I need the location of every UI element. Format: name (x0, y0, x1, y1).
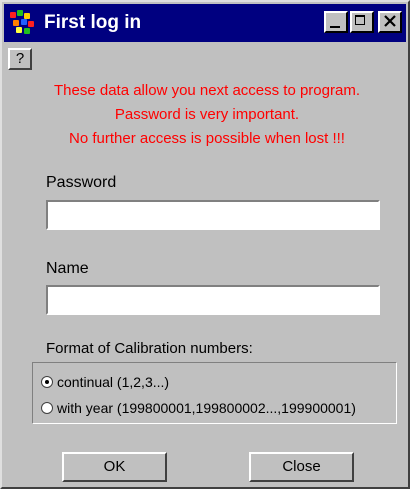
app-icon (10, 10, 36, 36)
maximize-button[interactable] (350, 11, 374, 33)
maximize-icon (355, 15, 365, 25)
radio-label-with-year: with year (199800001,199800002...,199900… (57, 400, 356, 416)
warning-line-3: No further access is possible when lost … (69, 130, 345, 147)
window-title: First log in (44, 12, 142, 33)
minimize-icon (330, 26, 340, 28)
radio-button-checked[interactable] (41, 376, 53, 388)
minimize-button[interactable] (324, 11, 348, 33)
warning-line-2: Password is very important. (114, 106, 300, 123)
close-window-button[interactable] (378, 11, 402, 33)
name-field[interactable] (46, 285, 380, 315)
name-label: Name (46, 260, 89, 277)
password-label: Password (46, 174, 117, 191)
radio-with-year[interactable]: with year (199800001,199800002...,199900… (41, 400, 356, 416)
close-button[interactable]: Close (249, 452, 354, 482)
warning-line-1: These data allow you next access to prog… (54, 82, 360, 99)
format-label: Format of Calibration numbers: (46, 340, 253, 357)
radio-continual[interactable]: continual (1,2,3...) (41, 374, 169, 390)
ok-button[interactable]: OK (62, 452, 167, 482)
close-icon (384, 15, 396, 27)
password-field[interactable] (46, 200, 380, 230)
format-radio-group: continual (1,2,3...) with year (19980000… (32, 362, 397, 424)
first-login-dialog: First log in ? These data allow you next… (0, 0, 410, 489)
radio-label-continual: continual (1,2,3...) (57, 374, 170, 390)
radio-button-unchecked[interactable] (41, 402, 53, 414)
title-bar[interactable]: First log in (4, 4, 406, 42)
help-button[interactable]: ? (8, 48, 32, 70)
